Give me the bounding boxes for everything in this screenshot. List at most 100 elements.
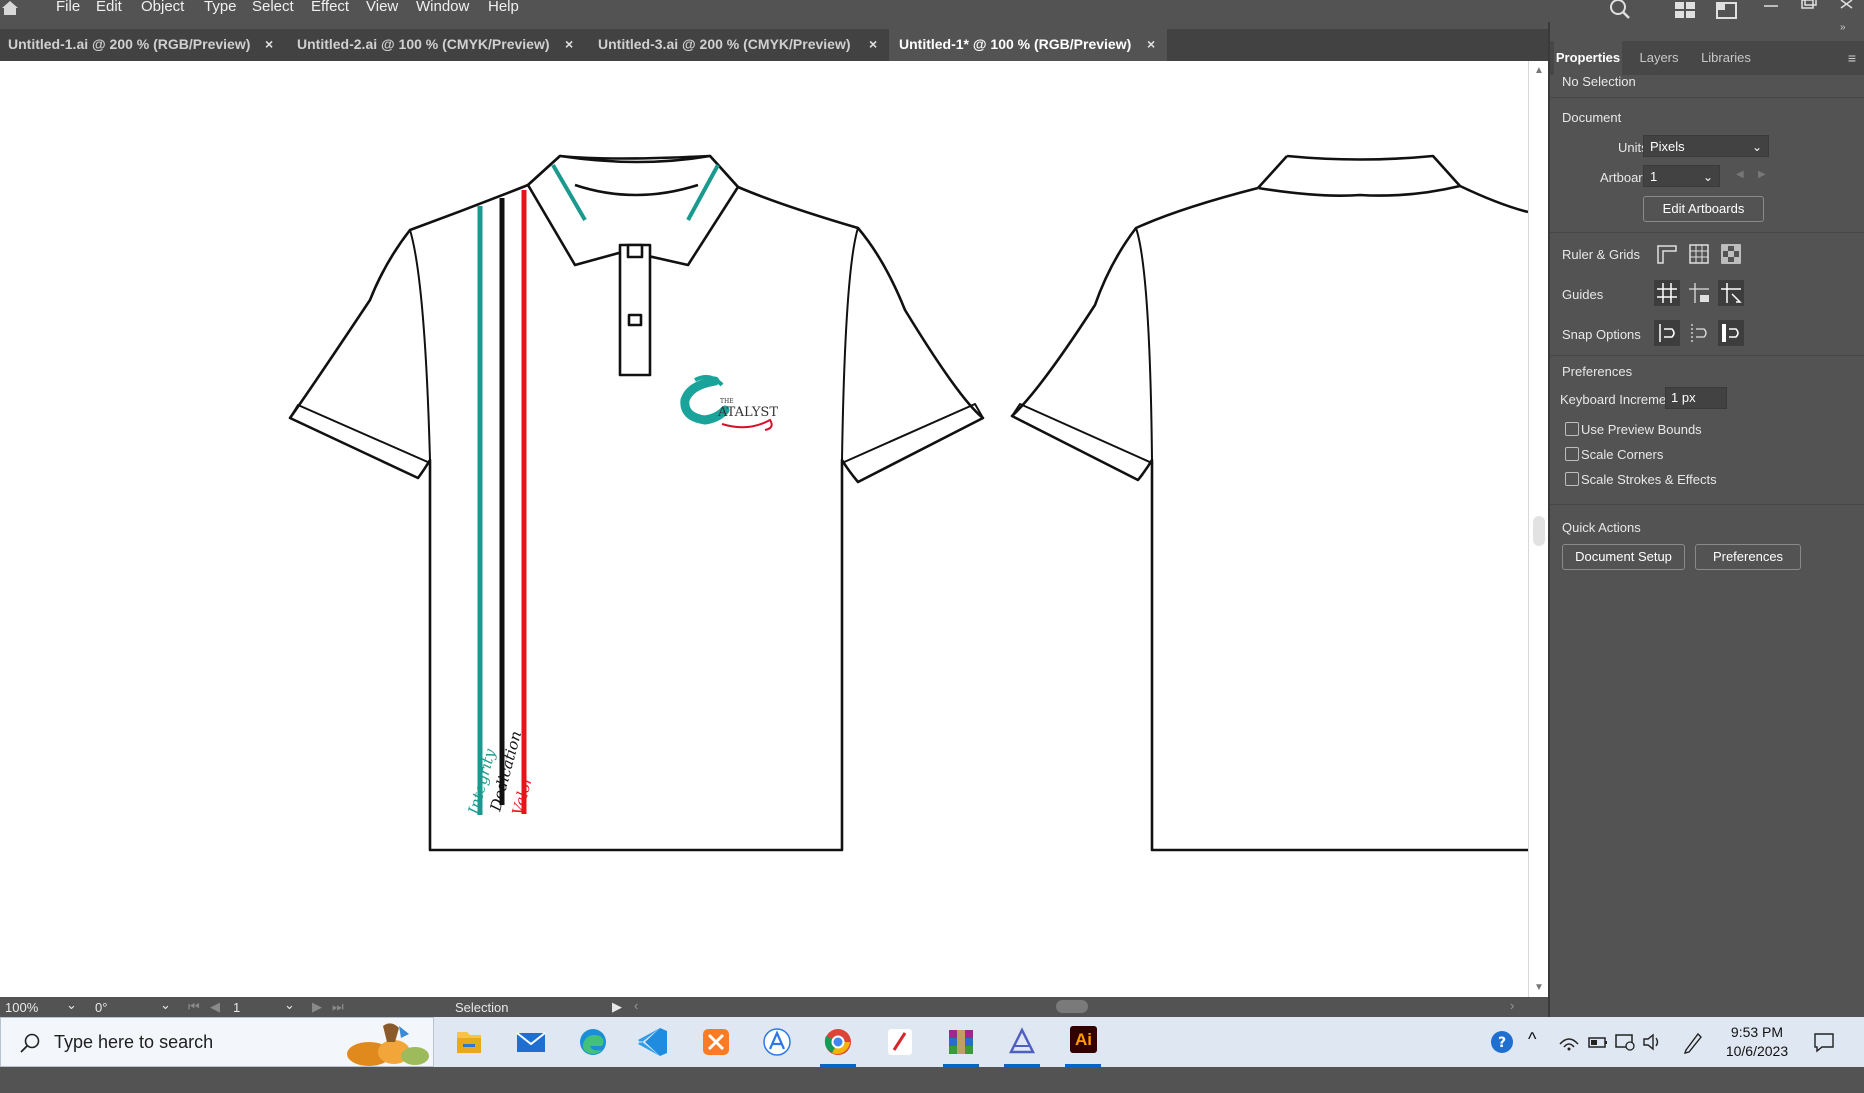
tab-label: Untitled-1.ai @ 200 % (RGB/Preview) [8,36,251,52]
divider [1550,232,1864,233]
transparency-grid-icon[interactable] [1718,241,1744,267]
taskbar-search-box[interactable]: Type here to search [0,1017,434,1067]
rotation-value[interactable]: 0° [95,1000,107,1015]
prev-artboard-icon[interactable]: ◀ [1736,169,1744,180]
document-setup-button[interactable]: Document Setup [1562,544,1685,570]
lock-guides-icon[interactable] [1686,280,1712,306]
grid-icon[interactable] [1686,241,1712,267]
close-window-icon[interactable] [1838,0,1856,20]
edge-browser-icon[interactable] [570,1022,616,1062]
tab-untitled-1-active[interactable]: Untitled-1* @ 100 % (RGB/Preview) × [889,29,1167,61]
tab-label: Untitled-3.ai @ 200 % (CMYK/Preview) [598,36,851,52]
snap-to-glyph-icon[interactable] [1718,320,1744,346]
divider [1550,504,1864,505]
scroll-thumb[interactable] [1533,516,1545,546]
zoom-level[interactable]: 100% [5,1000,38,1015]
pumpkin-doodle-icon [347,1023,429,1066]
tab-untitled-1-ai[interactable]: Untitled-1.ai @ 200 % (RGB/Preview) × [0,29,285,61]
pen-input-icon[interactable] [1682,1030,1704,1054]
menu-select[interactable]: Select [252,0,294,14]
illustrator-icon[interactable]: Ai [1060,1022,1106,1067]
close-icon[interactable]: × [565,29,573,59]
menu-window[interactable]: Window [416,0,469,14]
tab-untitled-3-ai[interactable]: Untitled-3.ai @ 200 % (CMYK/Preview) × [587,29,887,61]
scale-strokes-effects-checkbox[interactable] [1565,472,1579,486]
units-dropdown[interactable]: Pixels ⌄ [1643,135,1769,157]
horizontal-scroll-thumb[interactable] [1056,1000,1088,1013]
preferences-button[interactable]: Preferences [1695,544,1801,570]
menu-file[interactable]: File [56,0,80,14]
display-icon[interactable] [1614,1031,1636,1053]
clock-date[interactable]: 10/6/2023 [1718,1043,1796,1093]
next-artboard-icon[interactable]: ▶ [1758,169,1766,180]
edit-artboards-button[interactable]: Edit Artboards [1643,196,1764,222]
mail-icon[interactable] [508,1022,554,1062]
smart-guides-icon[interactable] [1718,280,1744,306]
close-icon[interactable]: × [869,29,877,59]
chevron-down-icon[interactable]: ⌄ [66,997,77,1013]
workspace-icon[interactable] [1716,0,1738,20]
collapse-panel-icon[interactable]: » [1840,22,1846,33]
affinity-icon[interactable] [999,1022,1045,1067]
battery-icon[interactable] [1588,1032,1608,1052]
scroll-left-icon[interactable]: ‹ [634,998,638,1013]
menu-object[interactable]: Object [141,0,184,14]
restore-icon[interactable] [1800,0,1818,20]
file-explorer-icon[interactable] [446,1022,492,1062]
chevron-down-icon[interactable]: ⌄ [160,997,171,1013]
show-guides-icon[interactable] [1654,280,1680,306]
app-store-icon[interactable] [754,1022,800,1062]
notifications-icon[interactable] [1812,1030,1836,1054]
scroll-right-icon[interactable]: › [1510,998,1514,1013]
scale-corners-checkbox[interactable] [1565,447,1579,461]
vertical-scrollbar[interactable]: ▲ ▼ [1528,61,1549,997]
scroll-down-icon[interactable]: ▼ [1534,982,1544,993]
vscode-icon[interactable] [631,1022,677,1062]
snap-to-pixel-icon[interactable] [1686,320,1712,346]
winrar-logo-icon [949,1030,973,1054]
tab-untitled-2-ai[interactable]: Untitled-2.ai @ 100 % (CMYK/Preview) × [287,29,585,61]
menu-view[interactable]: View [366,0,398,14]
menu-help[interactable]: Help [488,0,519,14]
rulers-icon[interactable] [1654,241,1680,267]
use-preview-bounds-checkbox[interactable] [1565,422,1579,436]
help-icon[interactable]: ? [1490,1030,1514,1054]
tab-properties[interactable]: Properties [1554,41,1622,75]
minimize-icon[interactable] [1762,0,1780,20]
volume-icon[interactable] [1642,1032,1664,1052]
tab-libraries[interactable]: Libraries [1696,41,1756,75]
chevron-up-icon[interactable]: ^ [1528,1029,1536,1079]
quick-actions-heading: Quick Actions [1562,520,1641,535]
tab-layers[interactable]: Layers [1634,41,1684,75]
menu-type[interactable]: Type [204,0,237,14]
menu-effect[interactable]: Effect [311,0,349,14]
scroll-up-icon[interactable]: ▲ [1534,65,1544,76]
keyboard-increment-input[interactable]: 1 px [1665,387,1727,409]
snap-to-point-icon[interactable] [1654,320,1680,346]
winrar-icon[interactable] [938,1022,984,1067]
prev-artboard-icon[interactable]: ◀ [210,999,220,1015]
artboard-dropdown[interactable]: 1 ⌄ [1643,165,1720,187]
home-icon[interactable] [0,0,20,16]
polo-shirt-back [1010,154,1528,852]
menu-edit[interactable]: Edit [96,0,122,14]
search-icon[interactable] [1608,0,1632,20]
panel-menu-icon[interactable]: ≡ [1848,41,1856,75]
artboard-number[interactable]: 1 [233,1000,240,1015]
last-artboard-icon[interactable]: ⏭ [332,999,344,1015]
xampp-icon[interactable] [693,1022,739,1062]
use-preview-bounds-label: Use Preview Bounds [1581,422,1702,437]
first-artboard-icon[interactable]: ⏮ [188,999,200,1015]
artboard-canvas[interactable]: Integrity Dedication Valor THE ATALYST [0,61,1528,997]
wifi-icon[interactable] [1558,1032,1580,1052]
chrome-icon[interactable] [815,1022,861,1067]
close-icon[interactable]: × [1147,29,1155,59]
next-artboard-icon[interactable]: ▶ [312,999,322,1015]
close-icon[interactable]: × [265,29,273,59]
arrange-documents-icon[interactable] [1674,0,1696,20]
status-menu-icon[interactable]: ▶ [612,999,622,1015]
sketch-pen-icon[interactable] [877,1022,923,1062]
artboard-value: 1 [1650,169,1658,184]
preferences-heading: Preferences [1562,364,1633,379]
chevron-down-icon[interactable]: ⌄ [284,997,295,1013]
